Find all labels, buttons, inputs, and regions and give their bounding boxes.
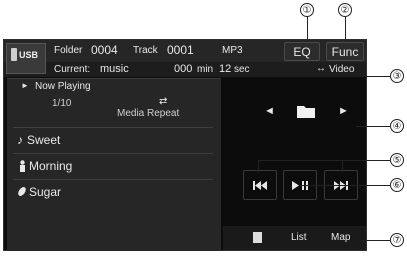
- repeat-button[interactable]: ⇄ Media Repeat: [117, 95, 180, 121]
- callout-5-leader: [258, 160, 390, 161]
- next-folder-button[interactable]: ►: [338, 106, 349, 117]
- bottom-bar: List Map: [223, 226, 366, 250]
- current-folder-name: music: [100, 63, 129, 75]
- track-position: 1/10: [52, 98, 72, 109]
- callout-3-leader: [362, 76, 390, 77]
- artist-icon: [19, 160, 26, 172]
- time-seconds: 12: [219, 63, 232, 75]
- song-album: Sugar: [29, 185, 62, 199]
- double-arrow-icon: ↔: [316, 63, 326, 74]
- repeat-icon: ⇄: [159, 96, 168, 107]
- folder-navigation: ◄ ►: [262, 98, 354, 126]
- callout-5-leader-right: [342, 160, 343, 172]
- usb-label: USB: [19, 50, 39, 60]
- callout-3: ③: [390, 69, 404, 83]
- document-icon[interactable]: [253, 232, 262, 243]
- list-item[interactable]: Sugar: [9, 180, 217, 204]
- list-button-label: List: [291, 232, 307, 243]
- func-button[interactable]: Func: [326, 42, 364, 61]
- time-minutes: 000: [174, 63, 193, 75]
- music-note-icon: ♪: [17, 133, 23, 147]
- play-indicator-icon: ►: [21, 81, 29, 90]
- repeat-mode-label: Media Repeat: [117, 108, 180, 119]
- track-list-panel: ► Now Playing 1/10 ⇄ Media Repeat ♪ Swee…: [7, 78, 221, 251]
- list-item[interactable]: ♪ Sweet: [9, 128, 217, 152]
- skip-back-icon: [253, 180, 267, 190]
- callout-6: ⑥: [390, 178, 404, 192]
- callout-7-leader: [362, 240, 390, 241]
- song-title: Sweet: [27, 133, 61, 147]
- folder-number: 0004: [91, 43, 118, 57]
- callout-6-leader: [300, 185, 390, 186]
- map-button[interactable]: Map: [327, 230, 363, 246]
- eq-button[interactable]: EQ: [284, 42, 320, 61]
- file-format: MP3: [222, 45, 243, 56]
- callout-2-leader: [345, 17, 346, 41]
- eq-button-label: EQ: [293, 44, 311, 59]
- callout-1: ①: [300, 3, 314, 17]
- callout-7: ⑦: [390, 233, 404, 247]
- func-button-label: Func: [331, 44, 359, 59]
- video-button[interactable]: ↔ Video: [314, 62, 366, 77]
- song-artist: Morning: [29, 159, 73, 173]
- time-minutes-unit: min: [197, 64, 214, 75]
- callout-1-leader: [307, 17, 308, 41]
- head-unit-screen: USB Folder 0004 Track 0001 MP3 EQ Func C…: [3, 39, 367, 251]
- track-label: Track: [133, 45, 158, 56]
- usb-stick-icon: [11, 48, 17, 61]
- previous-folder-button[interactable]: ◄: [264, 106, 275, 117]
- album-icon: [17, 186, 27, 197]
- folder-icon: [297, 104, 315, 118]
- map-button-label: Map: [331, 232, 351, 243]
- list-button[interactable]: List: [285, 230, 319, 246]
- callout-4-leader: [356, 126, 390, 127]
- time-seconds-unit: sec: [234, 64, 250, 75]
- current-label: Current:: [54, 64, 91, 75]
- callout-5-leader-left: [258, 160, 259, 172]
- now-playing-label: Now Playing: [35, 81, 91, 92]
- callout-4: ④: [390, 119, 404, 133]
- video-button-label: Video: [329, 64, 355, 75]
- usb-source-icon: USB: [6, 43, 46, 74]
- list-item[interactable]: Morning: [9, 154, 217, 178]
- callout-2: ②: [338, 3, 352, 17]
- callout-5: ⑤: [390, 153, 404, 167]
- folder-label: Folder: [54, 45, 83, 56]
- previous-track-button[interactable]: [243, 170, 277, 200]
- track-number: 0001: [167, 43, 194, 57]
